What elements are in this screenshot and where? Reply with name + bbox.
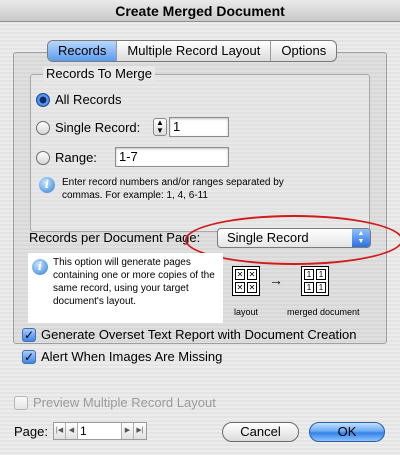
single-record-option[interactable]: Single Record: <box>36 120 140 135</box>
range-radio[interactable] <box>36 150 50 165</box>
page-field[interactable]: 1 <box>78 423 122 439</box>
alert-images-checkbox[interactable]: ✓ <box>22 349 36 364</box>
ok-button[interactable]: OK <box>309 422 385 442</box>
overset-report-label: Generate Overset Text Report with Docume… <box>41 327 357 342</box>
tab-multiple-record-layout[interactable]: Multiple Record Layout <box>117 41 272 61</box>
overset-report-checkbox[interactable]: ✓ <box>22 327 36 342</box>
page-label: Page: <box>14 424 48 439</box>
all-records-radio[interactable] <box>36 92 50 107</box>
records-to-merge-title: Records To Merge <box>43 66 155 81</box>
diagram-merged-label: merged document <box>287 307 360 317</box>
first-page-icon[interactable]: |◀ <box>54 423 66 439</box>
records-to-merge-group: Records To Merge All Records Single Reco… <box>30 66 370 232</box>
range-field[interactable]: 1-7 <box>115 147 229 167</box>
range-option[interactable]: Range: <box>36 150 97 165</box>
popup-arrows-icon: ▲ ▼ <box>352 229 370 247</box>
all-records-label: All Records <box>55 92 122 107</box>
range-label: Range: <box>55 150 97 165</box>
records-per-page-label: Records per Document Page: <box>29 230 201 245</box>
overset-report-option[interactable]: ✓ Generate Overset Text Report with Docu… <box>22 327 357 342</box>
records-help-text: Enter record numbers and/or ranges separ… <box>62 177 284 201</box>
records-per-page-popup[interactable]: Single Record ▲ ▼ <box>217 228 371 248</box>
single-record-field[interactable]: 1 <box>169 117 229 137</box>
records-per-page-help-box: i This option will generate pages contai… <box>28 253 223 323</box>
preview-layout-label: Preview Multiple Record Layout <box>33 395 216 410</box>
preview-layout-checkbox[interactable] <box>14 395 28 410</box>
last-page-icon[interactable]: ▶| <box>134 423 146 439</box>
alert-images-option[interactable]: ✓ Alert When Images Are Missing <box>22 349 222 364</box>
info-icon: i <box>32 259 48 275</box>
arrow-right-icon: → <box>269 272 283 288</box>
window-title: Create Merged Document <box>0 0 400 22</box>
single-record-stepper[interactable]: ▲ ▼ <box>153 118 167 136</box>
alert-images-label: Alert When Images Are Missing <box>41 349 223 364</box>
page-navigator: |◀ ◀ 1 ▶ ▶| <box>53 422 147 440</box>
single-record-label: Single Record: <box>55 120 141 135</box>
cancel-button[interactable]: Cancel <box>222 422 299 442</box>
tab-options[interactable]: Options <box>271 41 336 61</box>
records-per-page-help-text: This option will generate pages containi… <box>53 257 215 307</box>
info-icon: i <box>39 177 55 193</box>
tab-records[interactable]: Records <box>48 41 118 61</box>
dialog-body: Records Multiple Record Layout Options R… <box>0 22 400 455</box>
merged-page-icon: 1111 <box>301 266 329 296</box>
preview-layout-option[interactable]: Preview Multiple Record Layout <box>14 395 216 410</box>
single-record-radio[interactable] <box>36 120 50 135</box>
records-per-page-value: Single Record <box>227 230 309 245</box>
next-page-icon[interactable]: ▶ <box>122 423 134 439</box>
previous-page-icon[interactable]: ◀ <box>66 423 78 439</box>
diagram-layout-label: layout <box>234 307 259 317</box>
tab-bar: Records Multiple Record Layout Options <box>47 40 338 62</box>
layout-page-icon: ✕ ✕ ✕ ✕ <box>232 266 260 296</box>
all-records-option[interactable]: All Records <box>36 92 121 107</box>
